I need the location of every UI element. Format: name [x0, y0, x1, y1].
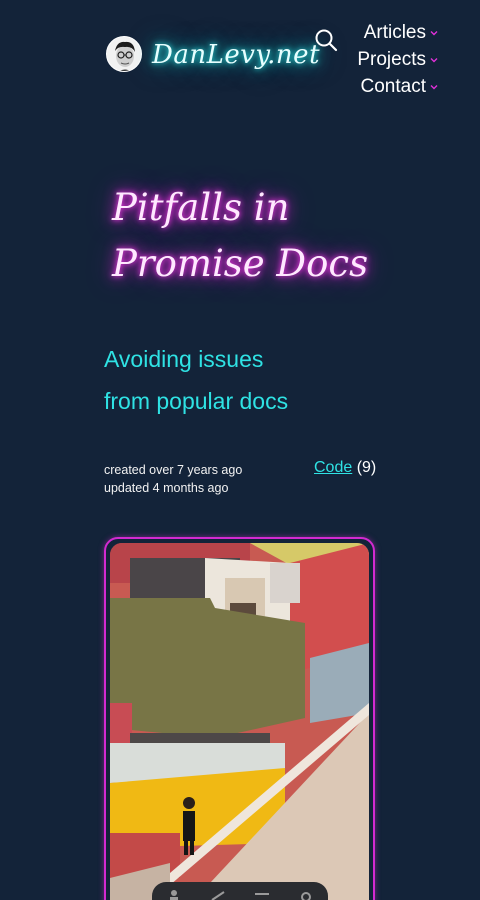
article-subtitle-line: Avoiding issues: [104, 346, 264, 372]
hero-illustration: [110, 543, 369, 900]
menu-icon[interactable]: [254, 888, 270, 900]
settings-icon[interactable]: [298, 888, 314, 900]
tag-count: (9): [356, 459, 377, 476]
nav-item-label: Contact: [360, 76, 426, 97]
hero-image: [110, 543, 369, 900]
search-icon[interactable]: [314, 28, 338, 52]
article-subtitle: Avoiding issues from popular docs: [104, 338, 364, 422]
article-tag: Code (9): [314, 459, 376, 477]
article-subtitle-line: from popular docs: [104, 388, 289, 414]
article-title: Pitfalls in Promise Docs: [112, 180, 412, 292]
hero-image-frame: [104, 537, 375, 900]
site-header: DanLevy.net Articles Projects Contact: [0, 0, 480, 120]
image-toolbar: [152, 882, 328, 900]
chevron-down-icon: [430, 58, 438, 63]
chevron-down-icon: [430, 85, 438, 90]
nav-item-contact[interactable]: Contact: [361, 76, 438, 98]
avatar-portrait: [107, 37, 141, 71]
nav-item-label: Articles: [363, 22, 426, 43]
tag-link-code[interactable]: Code: [314, 459, 352, 476]
article-title-line: Promise Docs: [112, 242, 369, 285]
site-logo[interactable]: DanLevy.net: [152, 40, 320, 70]
article-dates: created over 7 years ago updated 4 month…: [104, 461, 242, 497]
nav-item-articles[interactable]: Articles: [364, 22, 438, 44]
author-avatar[interactable]: [106, 36, 142, 72]
chevron-down-icon: [430, 31, 438, 36]
updated-date: updated 4 months ago: [104, 481, 229, 495]
person-icon[interactable]: [166, 888, 182, 900]
nav-item-label: Projects: [357, 49, 426, 70]
edit-icon[interactable]: [210, 888, 226, 900]
created-date: created over 7 years ago: [104, 463, 243, 477]
nav-item-projects[interactable]: Projects: [357, 49, 438, 71]
article-title-line: Pitfalls in: [112, 186, 290, 229]
